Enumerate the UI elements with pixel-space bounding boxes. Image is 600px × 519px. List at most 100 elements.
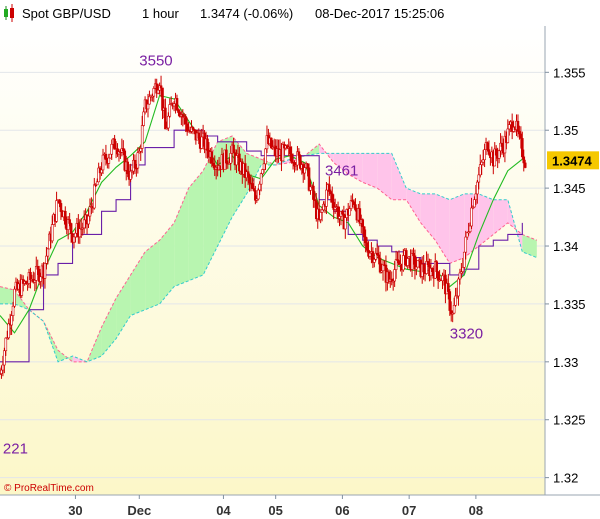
candle-body: [3, 350, 6, 366]
candle-body: [522, 156, 526, 164]
candle-body: [11, 305, 15, 316]
candle-body: [185, 123, 189, 132]
candle-body: [74, 232, 77, 238]
candle-body: [468, 225, 472, 232]
candle-body: [478, 164, 482, 176]
candle-body: [262, 163, 266, 170]
candle-body: [133, 159, 137, 169]
candle-body: [43, 263, 47, 279]
candle-body: [329, 191, 333, 195]
candle-body: [476, 181, 479, 195]
candle-body: [264, 148, 267, 165]
y-tick-label: 1.355: [553, 65, 586, 80]
candle-body: [519, 133, 523, 139]
x-tick-label: 04: [216, 503, 231, 518]
candle-body: [113, 138, 116, 150]
candle-body: [270, 137, 273, 149]
candle-body: [436, 271, 440, 281]
candle-body: [447, 283, 450, 292]
price-change-label: 1.3474 (-0.06%): [200, 6, 293, 21]
candle-body: [167, 115, 170, 129]
candle-body: [50, 224, 54, 242]
candle-body: [142, 111, 145, 126]
candle-body: [55, 200, 58, 222]
candle-body: [290, 153, 293, 163]
candle-body: [361, 219, 365, 228]
y-tick-label: 1.33: [553, 355, 578, 370]
candle-body: [259, 173, 263, 185]
candle-body: [72, 236, 76, 243]
x-tick-label: 30: [68, 503, 82, 518]
candle-body: [422, 263, 425, 273]
candle-body: [46, 248, 50, 257]
candle-body: [494, 148, 498, 156]
candle-body: [521, 138, 524, 158]
candle-body: [288, 146, 292, 155]
candle-body: [487, 149, 491, 155]
candle-body: [393, 269, 396, 282]
candle-body: [416, 260, 420, 268]
candle-body: [256, 189, 260, 200]
price-annotation: 3320: [450, 326, 483, 343]
candle-body: [191, 127, 195, 130]
candle-body: [365, 242, 369, 251]
candle-body: [100, 169, 103, 174]
candle-body: [156, 89, 160, 94]
x-tick-label: Dec: [127, 503, 151, 518]
candle-body: [122, 148, 125, 152]
candle-body: [464, 236, 468, 253]
y-tick-label: 1.325: [553, 413, 586, 428]
y-tick-label: 1.345: [553, 181, 586, 196]
candle-body: [104, 153, 108, 160]
candle-body: [364, 236, 367, 243]
candle-body: [402, 255, 405, 271]
candle-body: [328, 184, 331, 192]
candle-body: [477, 174, 481, 183]
candle-body: [518, 131, 521, 135]
candle-body: [93, 184, 96, 209]
candle-body: [452, 304, 456, 314]
candle-body: [362, 226, 366, 238]
candle-body: [312, 185, 315, 200]
candle-body: [7, 323, 11, 339]
candle-body: [448, 291, 452, 311]
candle-body: [497, 150, 501, 159]
candle-body: [373, 259, 376, 263]
candle-body: [338, 216, 341, 219]
candle-body: [344, 217, 347, 230]
x-tick-label: 05: [268, 503, 282, 518]
candle-body: [457, 278, 460, 297]
candle-body: [246, 171, 250, 177]
candle-body: [378, 257, 382, 273]
chart-title: Spot GBP/USD: [22, 6, 111, 21]
candle-body: [454, 295, 457, 306]
candle-body: [516, 120, 520, 132]
candle-body: [126, 161, 129, 175]
candle-body: [95, 181, 99, 186]
candle-body: [68, 219, 71, 224]
candle-body: [58, 199, 61, 204]
candle-body: [168, 104, 172, 117]
candle-body: [200, 136, 203, 149]
candle-body: [368, 252, 372, 257]
candle-body: [341, 211, 344, 215]
candle-body: [229, 153, 232, 164]
candle-body: [107, 157, 111, 164]
candle-body: [110, 143, 114, 155]
candle-body: [159, 85, 163, 89]
x-tick-label: 07: [402, 503, 416, 518]
price-annotation: 3550: [139, 52, 172, 69]
candle-body: [303, 167, 306, 174]
candle-body: [461, 266, 465, 272]
candle-body: [177, 109, 180, 113]
x-axis: 30 Dec 04 05 06 07 08: [68, 495, 483, 518]
candle-body: [354, 204, 357, 211]
candle-body: [1, 364, 5, 371]
candle-body: [152, 88, 156, 97]
candle-body: [184, 116, 188, 125]
chart: 3550 3461 3320 221 1.355 1.35 1.345 1.34 1.335 1…: [0, 0, 600, 518]
candle-body: [108, 153, 112, 159]
candle-body: [78, 228, 82, 238]
candle-body: [258, 183, 262, 191]
candle-body: [319, 212, 322, 220]
